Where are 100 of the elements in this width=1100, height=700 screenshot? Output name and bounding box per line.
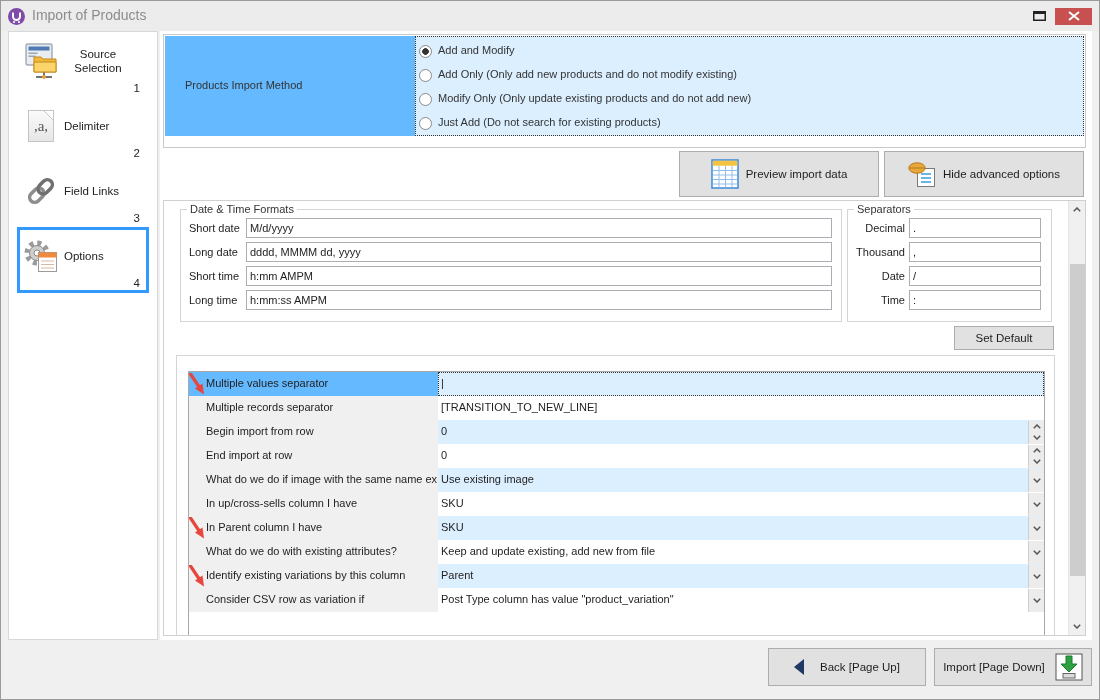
preview-button[interactable]: Preview import data (679, 151, 879, 197)
radio-button[interactable] (419, 116, 432, 130)
spin-control[interactable] (1028, 420, 1044, 444)
property-name-cell[interactable]: Multiple records separator (189, 396, 438, 420)
property-value-cell[interactable]: 0 (438, 444, 1044, 468)
scroll-up-icon[interactable] (1073, 207, 1081, 212)
step-label: Field Links (64, 184, 119, 199)
property-value: Use existing image (441, 473, 534, 487)
close-button[interactable] (1055, 7, 1092, 25)
property-value: Post Type column has value "product_variation" (441, 593, 674, 607)
import-button[interactable]: Import [Page Down] (934, 648, 1092, 686)
maximize-icon[interactable] (1033, 11, 1046, 21)
text-field[interactable]: h:mm:ss AMPM (246, 290, 832, 310)
property-value: Parent (441, 569, 474, 583)
property-value-cell[interactable]: SKU (438, 492, 1044, 516)
property-value-cell[interactable]: Use existing image (438, 468, 1044, 492)
step-label: Delimiter (64, 119, 110, 134)
step-tab[interactable]: Field Links 3 (17, 162, 149, 228)
options-toggle-button[interactable]: Hide advanced options (884, 151, 1084, 197)
radio-button[interactable] (419, 92, 432, 106)
step-number: 4 (133, 277, 140, 289)
chevron-down-icon (1032, 573, 1041, 579)
text-field[interactable]: . (909, 218, 1041, 238)
property-value-cell[interactable]: Keep and update existing, add new from file (438, 540, 1044, 564)
chevron-down-icon (1032, 435, 1041, 441)
step-tab[interactable]: Options 4 (17, 227, 149, 293)
dropdown-button[interactable] (1028, 492, 1044, 516)
dropdown-button[interactable] (1028, 564, 1044, 588)
property-value-cell[interactable]: | (438, 372, 1044, 396)
property-value: | (441, 377, 444, 391)
step-tab[interactable]: ,a, Delimiter 2 (17, 97, 149, 163)
field-label: Time (880, 293, 906, 307)
field-label: Date (881, 269, 906, 283)
text-field[interactable]: M/d/yyyy (246, 218, 832, 238)
scroll-down-icon[interactable] (1073, 624, 1081, 629)
text-field[interactable]: : (909, 290, 1041, 310)
property-name-cell[interactable]: Multiple values separator (189, 372, 438, 396)
text-field[interactable]: , (909, 242, 1041, 262)
vertical-scrollbar[interactable] (1068, 201, 1085, 635)
radio-label[interactable]: Add and Modify (438, 44, 515, 58)
step-number: 2 (133, 147, 140, 159)
radio-label[interactable]: Add Only (Only add new products and do not modify existing) (438, 68, 737, 82)
property-name: Multiple values separator (206, 377, 329, 391)
app-logo-icon (8, 7, 25, 25)
set-default-button[interactable]: Set Default (954, 326, 1054, 350)
scrollbar-thumb[interactable] (1069, 264, 1085, 576)
arrow-down-box-icon (1054, 653, 1083, 681)
property-name-cell[interactable]: End import at row (189, 444, 438, 468)
property-name-cell[interactable]: Consider CSV row as variation if (189, 588, 438, 612)
property-name: In up/cross-sells column I have (206, 497, 357, 511)
field-label: Long time (189, 293, 238, 307)
step-number: 1 (133, 82, 140, 94)
radio-button[interactable] (419, 44, 432, 58)
step-number: 3 (133, 212, 140, 224)
text-field[interactable]: / (909, 266, 1041, 286)
text-field[interactable]: dddd, MMMM dd, yyyy (246, 242, 832, 262)
property-name: Identify existing variations by this column (206, 569, 406, 583)
property-name-cell[interactable]: What do we do if image with the same name ex (189, 468, 438, 492)
chevron-down-icon (1032, 549, 1041, 555)
table-icon (710, 159, 739, 189)
text-field[interactable]: h:mm AMPM (246, 266, 832, 286)
property-value-cell[interactable]: Post Type column has value "product_variation" (438, 588, 1044, 612)
radio-label[interactable]: Just Add (Do not search for existing products) (438, 116, 661, 130)
property-value: [TRANSITION_TO_NEW_LINE] (441, 401, 598, 415)
chevron-down-icon (1032, 477, 1041, 483)
property-name: Begin import from row (206, 425, 314, 439)
close-icon (1067, 11, 1080, 21)
dropdown-button[interactable] (1028, 588, 1044, 612)
group-title: Date & Time Formats (187, 202, 297, 216)
property-name-cell[interactable]: In Parent column I have (189, 516, 438, 540)
radio-button[interactable] (419, 68, 432, 82)
chevron-down-icon (1032, 525, 1041, 531)
property-name-cell[interactable]: In up/cross-sells column I have (189, 492, 438, 516)
spin-control[interactable] (1028, 444, 1044, 468)
property-value-cell[interactable]: Parent (438, 564, 1044, 588)
property-name: In Parent column I have (206, 521, 323, 535)
chevron-down-icon (1032, 459, 1041, 465)
radio-label[interactable]: Modify Only (Only update existing products and do not add new) (438, 92, 752, 106)
property-name-cell[interactable]: What do we do with existing attributes? (189, 540, 438, 564)
property-value: 0 (441, 425, 448, 439)
field-label: Long date (189, 245, 238, 259)
property-name-cell[interactable]: Identify existing variations by this column (189, 564, 438, 588)
step-tab[interactable]: Source Selection 1 (17, 32, 149, 98)
property-value-cell[interactable]: 0 (438, 420, 1044, 444)
dropdown-button[interactable] (1028, 540, 1044, 564)
property-value: 0 (441, 449, 448, 463)
field-label: Short date (189, 221, 240, 235)
back-button[interactable]: Back [Page Up] (768, 648, 926, 686)
triangle-left-icon (794, 659, 805, 675)
field-label: Decimal (865, 221, 906, 235)
property-value: SKU (441, 497, 464, 511)
field-label: Short time (189, 269, 240, 283)
method-label: Products Import Method (165, 36, 415, 136)
property-name-cell[interactable]: Begin import from row (189, 420, 438, 444)
property-value-cell[interactable]: SKU (438, 516, 1044, 540)
dropdown-button[interactable] (1028, 516, 1044, 540)
monitor-folder-icon (24, 43, 58, 80)
step-label: Options (64, 249, 104, 264)
chevron-down-icon (1032, 597, 1041, 603)
document-oval-icon (908, 161, 936, 187)
